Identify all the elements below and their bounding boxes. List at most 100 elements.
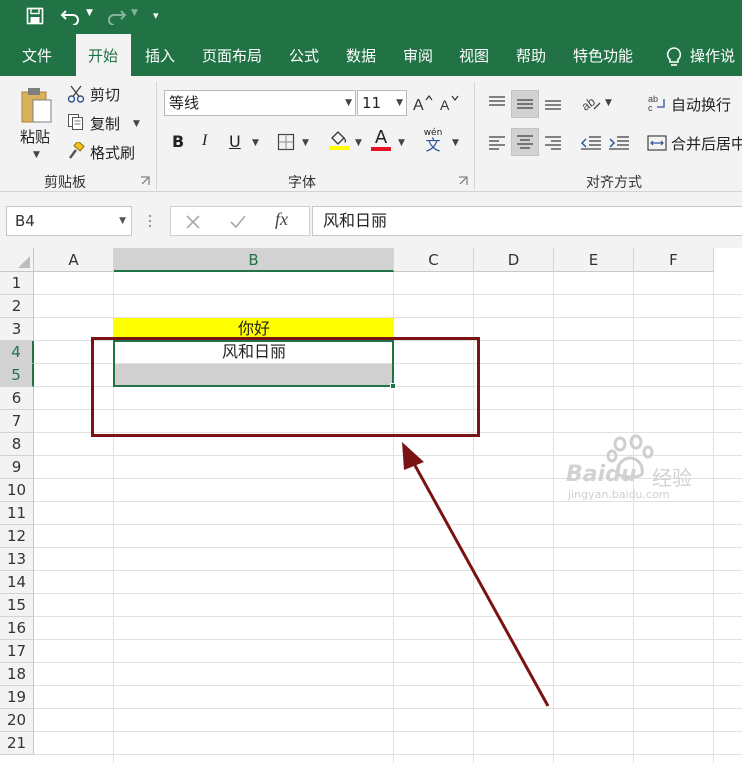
row-header[interactable]: 4 <box>0 341 34 364</box>
tab-file[interactable]: 文件 <box>10 34 64 76</box>
tab-review[interactable]: 审阅 <box>391 34 445 76</box>
undo-icon[interactable] <box>58 4 84 28</box>
row-header[interactable]: 11 <box>0 502 34 525</box>
enter-check-icon[interactable] <box>229 214 247 230</box>
grid-line <box>34 685 742 686</box>
decrease-font-size-icon[interactable]: A <box>439 92 461 114</box>
col-header-f[interactable]: F <box>634 248 714 272</box>
font-color-dropdown-icon[interactable]: ▼ <box>398 138 405 148</box>
copy-dropdown-icon[interactable]: ▼ <box>133 119 140 129</box>
tab-insert[interactable]: 插入 <box>133 34 187 76</box>
clipboard-launcher-icon[interactable] <box>140 176 150 186</box>
tab-home[interactable]: 开始 <box>76 34 131 76</box>
copy-button[interactable]: 复制 <box>90 113 120 134</box>
cell-b3[interactable]: 你好 <box>114 316 394 339</box>
col-header-e[interactable]: E <box>554 248 634 272</box>
borders-dropdown-icon[interactable]: ▼ <box>302 138 309 148</box>
row-header[interactable]: 20 <box>0 709 34 732</box>
row-header[interactable]: 12 <box>0 525 34 548</box>
copy-icon[interactable] <box>66 112 86 132</box>
row-header[interactable]: 3 <box>0 318 34 341</box>
row-header[interactable]: 7 <box>0 410 34 433</box>
align-middle-icon[interactable] <box>511 90 539 118</box>
tab-data[interactable]: 数据 <box>334 34 388 76</box>
paste-icon[interactable] <box>16 84 56 128</box>
row-header[interactable]: 8 <box>0 433 34 456</box>
align-top-icon[interactable] <box>484 90 510 116</box>
cut-button[interactable]: 剪切 <box>90 84 120 105</box>
align-left-icon[interactable] <box>484 130 510 156</box>
paste-dropdown-icon[interactable]: ▼ <box>33 150 40 160</box>
row-header[interactable]: 2 <box>0 295 34 318</box>
font-color-button[interactable]: A <box>369 128 393 152</box>
grid-line <box>34 593 742 594</box>
orientation-dropdown-icon[interactable]: ▼ <box>605 98 612 108</box>
wrap-text-icon[interactable]: ab c <box>646 92 668 114</box>
orientation-icon[interactable]: ab <box>578 90 604 116</box>
col-header-a[interactable]: A <box>34 248 114 272</box>
customize-quick-access-icon[interactable]: ▾ <box>153 9 159 22</box>
formula-bar-splitter[interactable] <box>148 212 152 230</box>
tab-view[interactable]: 视图 <box>447 34 501 76</box>
merge-center-button[interactable]: 合并后居中 <box>671 133 742 154</box>
underline-button[interactable]: U <box>229 132 241 151</box>
wrap-text-button[interactable]: 自动换行 <box>671 94 731 115</box>
merge-center-icon[interactable] <box>646 132 668 154</box>
format-painter-icon[interactable] <box>66 141 86 161</box>
paste-button-label[interactable]: 粘贴 <box>20 126 50 147</box>
save-icon[interactable] <box>24 4 46 28</box>
italic-button[interactable]: I <box>202 132 207 150</box>
increase-font-size-icon[interactable]: A <box>412 92 434 114</box>
increase-indent-icon[interactable] <box>606 130 632 156</box>
redo-dropdown-icon: ▼ <box>131 8 138 18</box>
row-header[interactable]: 9 <box>0 456 34 479</box>
align-bottom-icon[interactable] <box>540 90 566 116</box>
worksheet-grid[interactable]: ABCDEF 1 2 3 4 5 6 7 8 9 10 11 12 13 14 15 16 17 18 19 20 21… <box>0 248 742 763</box>
formula-input[interactable]: 风和日丽 <box>312 206 742 236</box>
grid-line <box>34 570 742 571</box>
select-all-corner[interactable] <box>0 248 34 272</box>
row-header[interactable]: 6 <box>0 387 34 410</box>
phonetic-guide-button[interactable]: wén 文 <box>420 128 446 154</box>
undo-dropdown-icon[interactable]: ▼ <box>86 8 93 18</box>
tab-help[interactable]: 帮助 <box>504 34 558 76</box>
tab-page-layout[interactable]: 页面布局 <box>190 34 274 76</box>
borders-icon[interactable] <box>276 132 296 152</box>
insert-function-button[interactable]: fx <box>275 209 288 230</box>
decrease-indent-icon[interactable] <box>578 130 604 156</box>
scissors-icon[interactable] <box>66 84 86 104</box>
tell-me-search[interactable]: 操作说 <box>686 34 739 76</box>
row-header[interactable]: 15 <box>0 594 34 617</box>
format-painter-button[interactable]: 格式刷 <box>90 142 135 163</box>
lightbulb-icon[interactable] <box>664 46 684 68</box>
font-name-dropdown[interactable]: 等线 ▼ <box>164 90 356 116</box>
tab-special-features[interactable]: 特色功能 <box>561 34 645 76</box>
alignment-group-label: 对齐方式 <box>586 175 642 191</box>
phonetic-dropdown-icon[interactable]: ▼ <box>452 138 459 148</box>
row-header[interactable]: 17 <box>0 640 34 663</box>
row-header[interactable]: 19 <box>0 686 34 709</box>
row-header[interactable]: 14 <box>0 571 34 594</box>
row-header[interactable]: 16 <box>0 617 34 640</box>
row-header[interactable]: 18 <box>0 663 34 686</box>
row-header[interactable]: 10 <box>0 479 34 502</box>
row-header[interactable]: 5 <box>0 364 34 387</box>
name-box[interactable]: B4 ▼ <box>6 206 132 236</box>
align-center-icon[interactable] <box>511 128 539 156</box>
row-header[interactable]: 13 <box>0 548 34 571</box>
redo-icon <box>103 4 129 28</box>
underline-dropdown-icon[interactable]: ▼ <box>252 138 259 148</box>
font-size-dropdown[interactable]: 11 ▼ <box>357 90 407 116</box>
row-header[interactable]: 21 <box>0 732 34 755</box>
col-header-c[interactable]: C <box>394 248 474 272</box>
cancel-icon[interactable] <box>185 214 201 230</box>
col-header-b[interactable]: B <box>114 248 394 272</box>
bold-button[interactable]: B <box>172 132 184 151</box>
tab-formulas[interactable]: 公式 <box>277 34 331 76</box>
row-header[interactable]: 1 <box>0 272 34 295</box>
fill-color-icon[interactable] <box>327 128 351 152</box>
fill-color-dropdown-icon[interactable]: ▼ <box>355 138 362 148</box>
font-launcher-icon[interactable] <box>458 176 468 186</box>
align-right-icon[interactable] <box>540 130 566 156</box>
col-header-d[interactable]: D <box>474 248 554 272</box>
